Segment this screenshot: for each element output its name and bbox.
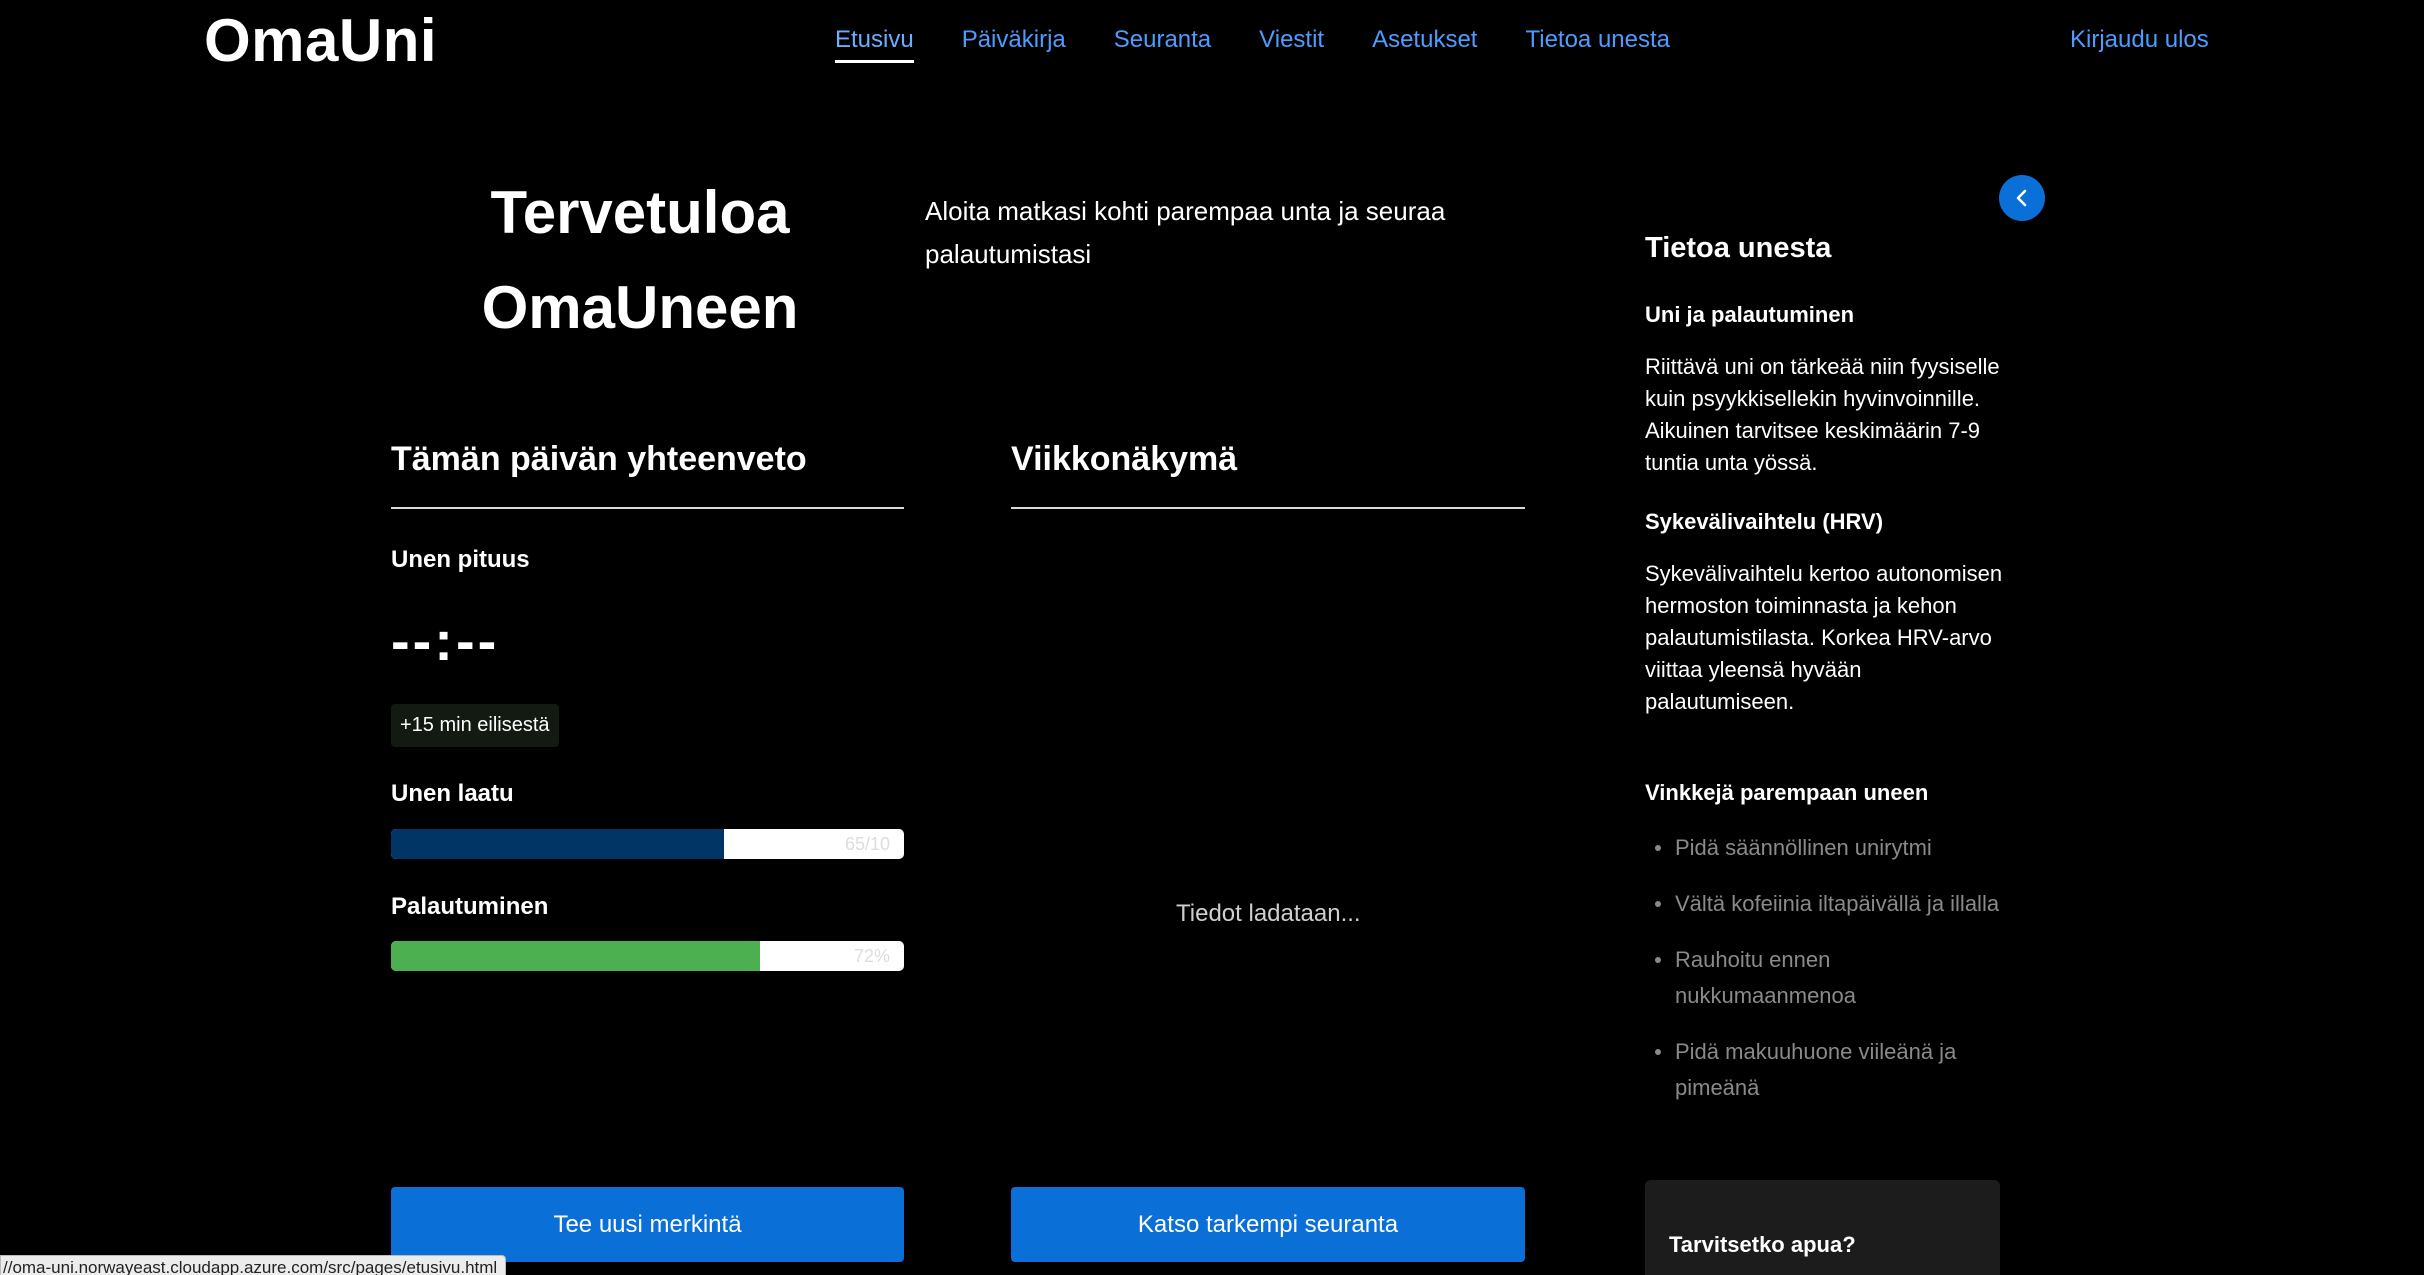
nav-viestit[interactable]: Viestit <box>1259 26 1324 63</box>
page-title-line1: Tervetuloa <box>490 179 790 246</box>
weekly-title: Viikkonäkymä <box>1011 440 1238 478</box>
detailed-tracking-button[interactable]: Katso tarkempi seuranta <box>1011 1187 1525 1262</box>
sidebar-section-sleep-title: Uni ja palautuminen <box>1645 302 1855 327</box>
main-nav: Etusivu Päiväkirja Seuranta Viestit Aset… <box>835 26 1718 63</box>
browser-status-url: //oma-uni.norwayeast.cloudapp.azure.com/… <box>0 1255 507 1275</box>
sleep-quality-fill <box>391 829 725 859</box>
sleep-quality-value: 65/10 <box>844 834 890 854</box>
app-logo[interactable]: OmaUni <box>204 6 437 75</box>
sidebar-section-hrv-text: Sykevälivaihtelu kertoo autonomisen herm… <box>1645 561 2003 714</box>
nav-asetukset[interactable]: Asetukset <box>1372 26 1477 63</box>
nav-paivakirja[interactable]: Päiväkirja <box>962 26 1066 63</box>
list-item: Pidä makuuhuone viileänä ja pimeänä <box>1645 1034 2005 1106</box>
sleep-tips-list: Pidä säännöllinen unirytmi Vältä kofeiin… <box>1645 830 2005 1126</box>
weekly-loading-text: Tiedot ladataan... <box>1176 900 1361 927</box>
list-item: Pidä säännöllinen unirytmi <box>1645 830 2005 866</box>
recovery-bar: 72% <box>391 941 904 971</box>
page: OmaUni Etusivu Päiväkirja Seuranta Viest… <box>0 0 2424 1275</box>
help-box: Tarvitsetko apua? <box>1645 1180 2000 1275</box>
sleep-length-label: Unen pituus <box>391 546 530 573</box>
sidebar-section-hrv-title: Sykevälivaihtelu (HRV) <box>1645 509 1884 534</box>
page-title-line2: OmaUneen <box>481 274 799 341</box>
summary-divider <box>391 507 904 509</box>
weekly-divider <box>1011 507 1525 509</box>
sleep-length-value: --:-- <box>391 609 500 672</box>
nav-tietoa-unesta[interactable]: Tietoa unesta <box>1525 26 1670 63</box>
sleep-quality-bar: 65/10 <box>391 829 904 859</box>
page-subtitle: Aloita matkasi kohti parempaa unta ja se… <box>925 196 1446 269</box>
recovery-value: 72% <box>853 946 890 966</box>
list-item: Vältä kofeiinia iltapäivällä ja illalla <box>1645 886 2005 922</box>
new-entry-button[interactable]: Tee uusi merkintä <box>391 1187 904 1262</box>
recovery-fill <box>391 941 761 971</box>
sidebar-tips-title: Vinkkejä parempaan uneen <box>1645 780 1929 805</box>
summary-title: Tämän päivän yhteenveto <box>391 440 807 478</box>
sleep-quality-label: Unen laatu <box>391 780 514 807</box>
sidebar-title: Tietoa unesta <box>1645 232 1832 264</box>
page-title: Tervetuloa OmaUneen <box>420 165 860 355</box>
nav-seuranta[interactable]: Seuranta <box>1114 26 1211 63</box>
nav-etusivu[interactable]: Etusivu <box>835 26 914 63</box>
help-title: Tarvitsetko apua? <box>1669 1232 1856 1257</box>
logout-link[interactable]: Kirjaudu ulos <box>2070 26 2209 54</box>
recovery-label: Palautuminen <box>391 893 549 920</box>
chevron-left-icon <box>2016 189 2027 207</box>
sidebar-collapse-button[interactable] <box>1999 175 2045 221</box>
sidebar-section-sleep-text: Riittävä uni on tärkeää niin fyysiselle … <box>1645 354 2000 475</box>
change-badge: +15 min eilisestä <box>391 704 559 747</box>
list-item: Rauhoitu ennen nukkumaanmenoa <box>1645 942 2005 1014</box>
